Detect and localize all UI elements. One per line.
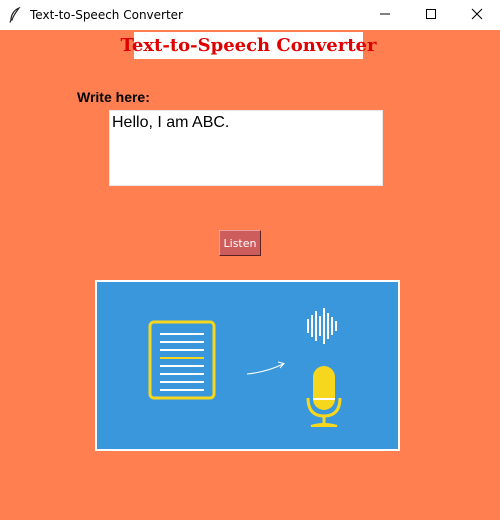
feather-icon [8, 6, 22, 23]
illustration-image [95, 280, 400, 451]
listen-button[interactable]: Listen [219, 230, 261, 256]
maximize-icon [425, 8, 437, 23]
minimize-button[interactable] [362, 0, 408, 30]
input-label: Write here: [77, 89, 150, 105]
title-bar[interactable]: Text-to-Speech Converter [0, 0, 500, 30]
page-title: Text-to-Speech Converter [121, 32, 376, 59]
text-input[interactable]: Hello, I am ABC. [109, 110, 383, 186]
minimize-icon [379, 8, 391, 23]
illustration-graphic [97, 282, 398, 449]
close-button[interactable] [454, 0, 500, 30]
maximize-button[interactable] [408, 0, 454, 30]
window-title: Text-to-Speech Converter [30, 8, 183, 22]
app-window: Text-to-Speech Converter Text-to-Speech … [0, 0, 500, 520]
close-icon [471, 8, 483, 23]
